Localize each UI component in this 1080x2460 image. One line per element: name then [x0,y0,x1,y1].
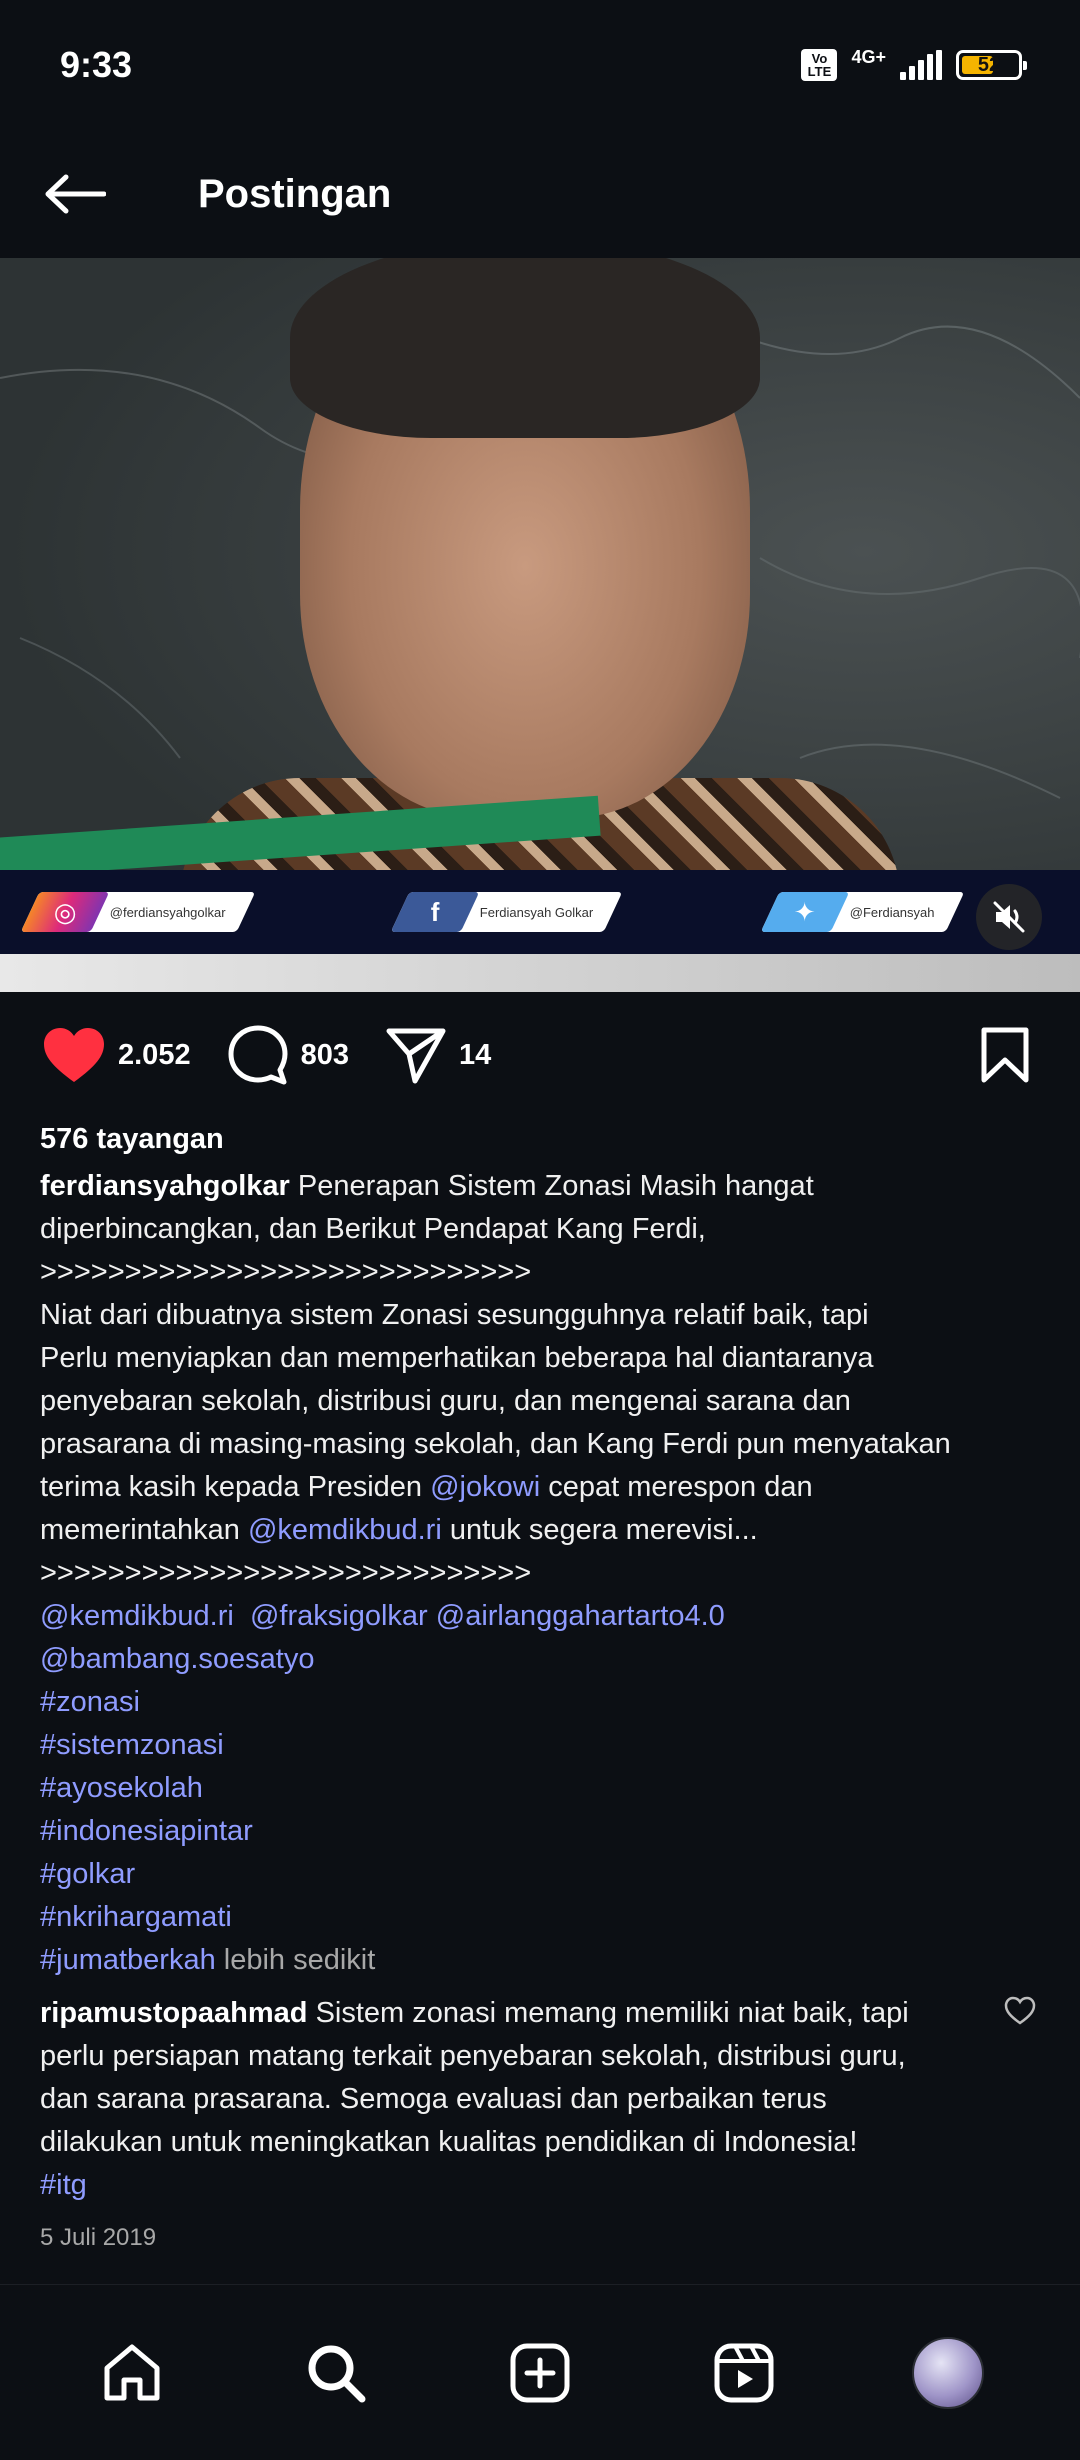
facebook-chip: f Ferdiansyah Golkar [390,892,623,932]
caption-text: untuk segera merevisi... [441,1514,758,1546]
mention-link[interactable]: @bambang.soesatyo [40,1643,315,1675]
volte-icon: Vo LTE [801,49,838,81]
caption-text: diperbincangkan, dan Berikut Pendapat Ka… [40,1213,706,1245]
hashtag-link[interactable]: #golkar [40,1858,135,1890]
nav-search[interactable] [291,2328,381,2418]
status-indicators: Vo LTE 4G+ 52 [801,46,1027,81]
nav-profile[interactable] [903,2328,993,2418]
volume-muted-icon [993,901,1025,933]
facebook-handle: Ferdiansyah Golkar [480,904,594,920]
twitter-handle: @Ferdiansyah [850,904,935,920]
instagram-handle: @ferdiansyahgolkar [110,904,226,920]
caption-text: prasarana di masing-masing sekolah, dan … [40,1428,951,1460]
status-bar: 9:33 Vo LTE 4G+ 52 [0,0,1080,130]
page-title: Postingan [198,171,392,216]
nav-reels[interactable] [699,2328,789,2418]
comment-text: perlu persiapan matang terkait penyebara… [40,2040,906,2072]
hashtag-link[interactable]: #itg [40,2169,87,2201]
reels-icon [714,2343,774,2402]
mention-link[interactable]: @fraksigolkar [250,1600,428,1632]
battery-icon: 52 [956,50,1027,80]
comment-item: ripamustopaahmad Sistem zonasi memang me… [40,1992,1000,2207]
hashtag-link[interactable]: #jumatberkah [40,1944,216,1976]
arrow-left-icon [45,174,106,214]
back-button[interactable] [0,130,150,258]
caption-text: Penerapan Sistem Zonasi Masih hangat [297,1170,814,1202]
hashtag-link[interactable]: #ayosekolah [40,1772,203,1804]
nav-create[interactable] [495,2328,585,2418]
comment-text: dan sarana prasarana. Semoga evaluasi da… [40,2083,827,2115]
top-bar: Postingan [0,130,1080,258]
comment-text: Sistem zonasi memang memiliki niat baik,… [315,1997,909,2029]
comment-icon [228,1025,288,1085]
bottom-navigation [0,2284,1080,2460]
person-hair [290,258,760,438]
caption-text: penyebaran sekolah, distribusi guru, dan… [40,1385,851,1417]
instagram-chip: ◎ @ferdiansyahgolkar [20,892,256,932]
mention-link[interactable]: @kemdikbud.ri [248,1514,442,1546]
caption-text: Niat dari dibuatnya sistem Zonasi sesung… [40,1299,869,1331]
comment-count: 803 [300,1038,349,1071]
share-count: 14 [458,1038,492,1071]
battery-level: 52 [977,53,1001,76]
mention-link[interactable]: @airlanggahartarto4.0 [436,1600,725,1632]
heart-filled-icon [44,1028,104,1082]
like-button[interactable]: 2.052 [42,1026,191,1084]
send-icon [386,1028,446,1084]
comment-text: dilakukan untuk meningkatkan kualitas pe… [40,2126,858,2158]
profile-avatar [912,2336,984,2409]
heart-outline-icon [1004,1996,1036,2025]
create-icon [510,2343,570,2402]
hashtag-link[interactable]: #zonasi [40,1686,140,1718]
nav-home[interactable] [87,2328,177,2418]
post-video[interactable]: ◎ @ferdiansyahgolkar f Ferdiansyah Golka… [0,258,1080,992]
hashtag-link[interactable]: #sistemzonasi [40,1729,224,1761]
post-actions: 2.052 803 14 [0,1010,1080,1100]
signal-icon [900,50,942,80]
bookmark-icon [981,1027,1029,1083]
hashtag-link[interactable]: #nkrihargamati [40,1901,232,1933]
caption-separator: >>>>>>>>>>>>>>>>>>>>>>>>>>>>> [40,1256,532,1288]
status-time: 9:33 [60,44,133,85]
caption-text: memerintahkan [40,1514,248,1546]
lower-third-strip [0,954,1080,992]
show-less-button[interactable]: lebih sedikit [224,1944,376,1976]
twitter-chip: ✦ @Ferdiansyah [760,892,965,932]
hashtag-link[interactable]: #indonesiapintar [40,1815,253,1847]
share-button[interactable]: 14 [385,1026,491,1084]
mention-link[interactable]: @kemdikbud.ri [40,1600,234,1632]
post-date: 5 Juli 2019 [40,2224,157,2251]
comment-button[interactable]: 803 [227,1024,349,1086]
caption-separator: >>>>>>>>>>>>>>>>>>>>>>>>>>>>> [40,1557,532,1589]
home-icon [104,2344,160,2400]
mention-link[interactable]: @jokowi [430,1471,540,1503]
caption-text: Perlu menyiapkan dan memperhatikan beber… [40,1342,874,1374]
caption-text: terima kasih kepada Presiden [40,1471,431,1503]
mute-button[interactable] [976,884,1042,950]
save-button[interactable] [980,1026,1030,1089]
network-type: 4G+ [851,46,886,67]
post-caption: 576 tayangan ferdiansyahgolkar Penerapan… [40,1118,1040,1982]
search-icon [308,2345,366,2402]
comment-username[interactable]: ripamustopaahmad [40,1997,308,2029]
comment-like-button[interactable] [1004,1996,1036,2031]
view-count: 576 tayangan [40,1123,224,1155]
like-count: 2.052 [118,1038,191,1071]
caption-text: cepat merespon dan [540,1471,813,1503]
post-username[interactable]: ferdiansyahgolkar [40,1170,290,1202]
